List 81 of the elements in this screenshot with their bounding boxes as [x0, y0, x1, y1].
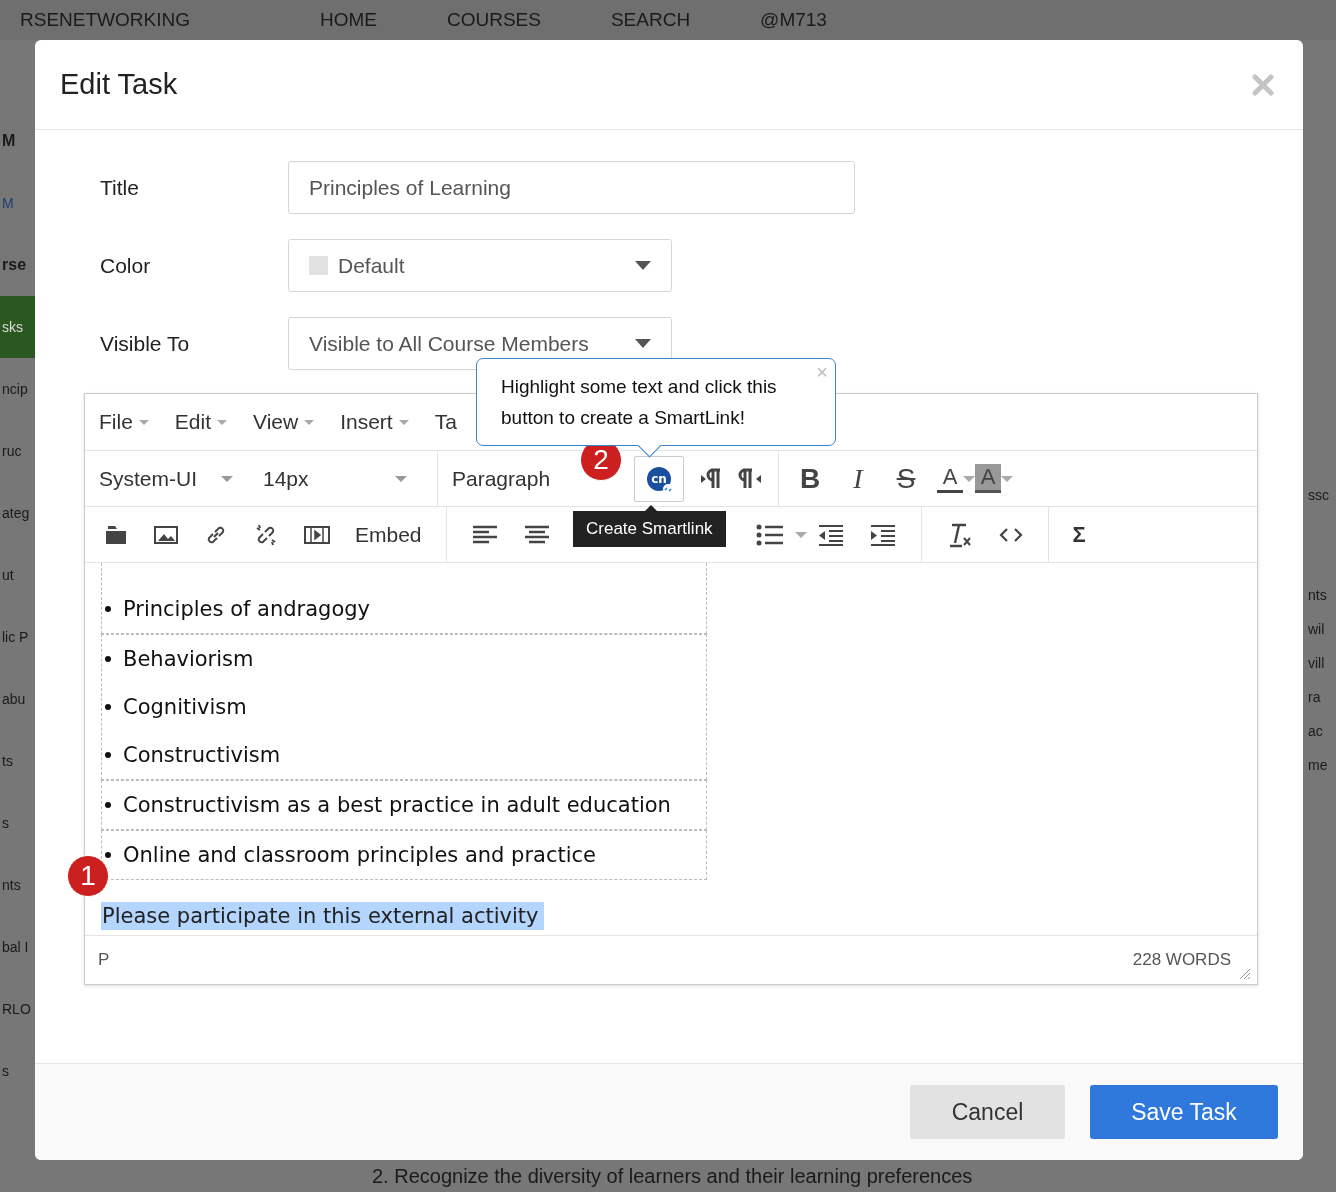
resize-handle-icon[interactable] [1239, 968, 1251, 980]
page-text: wil [1307, 620, 1326, 639]
field-label: Title [99, 175, 140, 200]
field-label: Color [99, 253, 152, 278]
menu-item[interactable]: View [253, 410, 315, 434]
tooltip: Create Smartlink [573, 511, 726, 547]
bullet-icon [105, 802, 111, 808]
sidebar-item[interactable]: ateg [0, 482, 35, 544]
list-item: Behaviorism [123, 646, 254, 673]
sidebar-item[interactable]: ts [0, 730, 35, 792]
page-text: me [1307, 756, 1329, 775]
caret-icon [635, 339, 651, 348]
sidebar-item[interactable]: lic P [0, 606, 35, 668]
strikethrough-button[interactable]: S [889, 462, 923, 495]
popover-text: Highlight some text and click this button to create a SmartLink! [501, 375, 778, 430]
color-swatch-icon [309, 256, 328, 275]
page-text: ssc [1307, 486, 1330, 505]
bold-button[interactable]: B [793, 462, 827, 495]
nav-item[interactable]: COURSES [446, 9, 541, 31]
step-badge: 1 [67, 855, 109, 897]
menu-item[interactable]: File [99, 410, 149, 434]
element-path: P [98, 950, 110, 970]
page-text: ra [1307, 688, 1322, 707]
film-icon[interactable] [303, 523, 331, 546]
sidebar-item[interactable]: M [0, 110, 35, 172]
menu-item[interactable]: Insert [340, 410, 409, 434]
page-text: nts [1307, 586, 1328, 605]
font-size-select[interactable]: 14px [263, 466, 423, 491]
list-item: Constructivism as a best practice in adult education [123, 792, 671, 819]
sidebar-item[interactable]: RLO [0, 978, 35, 1040]
menu-item[interactable]: Ta [434, 410, 457, 434]
bullet-icon [105, 656, 111, 662]
list-item: Cognitivism [123, 694, 247, 721]
word-count: 228 WORDS [1132, 950, 1231, 970]
page-text: ac [1307, 722, 1324, 741]
list-item: Principles of andragogy [123, 596, 371, 623]
sidebar-item[interactable]: abu [0, 668, 35, 730]
smartlink-button[interactable]: cn [634, 455, 684, 502]
title-input[interactable]: Principles of Learning [288, 161, 855, 214]
bullet-icon [105, 704, 111, 710]
math-formula-button[interactable]: Σ [1072, 521, 1086, 548]
select-field[interactable]: Default [288, 239, 672, 292]
indent-icon[interactable] [868, 522, 897, 547]
cancel-button[interactable]: Cancel [910, 1085, 1065, 1139]
nav-item[interactable]: @M713 [760, 9, 827, 31]
nav-item[interactable]: SEARCH [610, 9, 691, 31]
menu-item[interactable]: Edit [174, 410, 228, 434]
list-item: Online and classroom principles and practice [123, 842, 596, 869]
bullet-icon [105, 606, 111, 612]
save-button[interactable]: Save Task [1090, 1085, 1278, 1139]
image-icon[interactable] [153, 523, 179, 546]
italic-button[interactable]: I [841, 462, 875, 495]
sidebar-item[interactable]: ncip [0, 358, 35, 420]
sidebar-item[interactable]: nts [0, 854, 35, 916]
bullet-list-icon[interactable] [754, 522, 785, 547]
tooltip-pointer [645, 505, 657, 511]
sidebar-item[interactable]: s [0, 792, 35, 854]
sidebar-item[interactable]: ruc [0, 420, 35, 482]
list-item: Constructivism [123, 742, 281, 769]
background-color-button[interactable]: A [975, 464, 1001, 493]
bullet-icon [105, 852, 111, 858]
nav-item[interactable]: RSENETWORKING [20, 9, 190, 31]
block-format-select[interactable]: Paragraph [452, 466, 570, 491]
page-text: vill [1307, 654, 1326, 673]
sidebar-item[interactable]: ut [0, 544, 35, 606]
sidebar-item[interactable]: bal I [0, 916, 35, 978]
link-badge-icon [663, 483, 673, 494]
embed-button[interactable]: Embed [355, 522, 422, 547]
highlighted-text: Please participate in this external activity [101, 902, 545, 930]
font-family-select[interactable]: System-UI [99, 466, 249, 491]
field-label: Visible To [99, 331, 191, 356]
dialog-title: Edit Task [60, 68, 178, 101]
sidebar-item[interactable]: M [0, 172, 35, 234]
text-color-button[interactable]: A [937, 464, 963, 493]
sidebar-item[interactable]: rse [0, 234, 35, 296]
outdent-icon[interactable] [816, 522, 845, 547]
caret-icon [635, 261, 651, 270]
bullet-icon [105, 752, 111, 758]
page-text: 2. Recognize the diversity of learners and their learning preferences [372, 1165, 973, 1188]
sidebar-item[interactable]: s [0, 1040, 35, 1102]
nav-item[interactable]: HOME [319, 9, 377, 31]
